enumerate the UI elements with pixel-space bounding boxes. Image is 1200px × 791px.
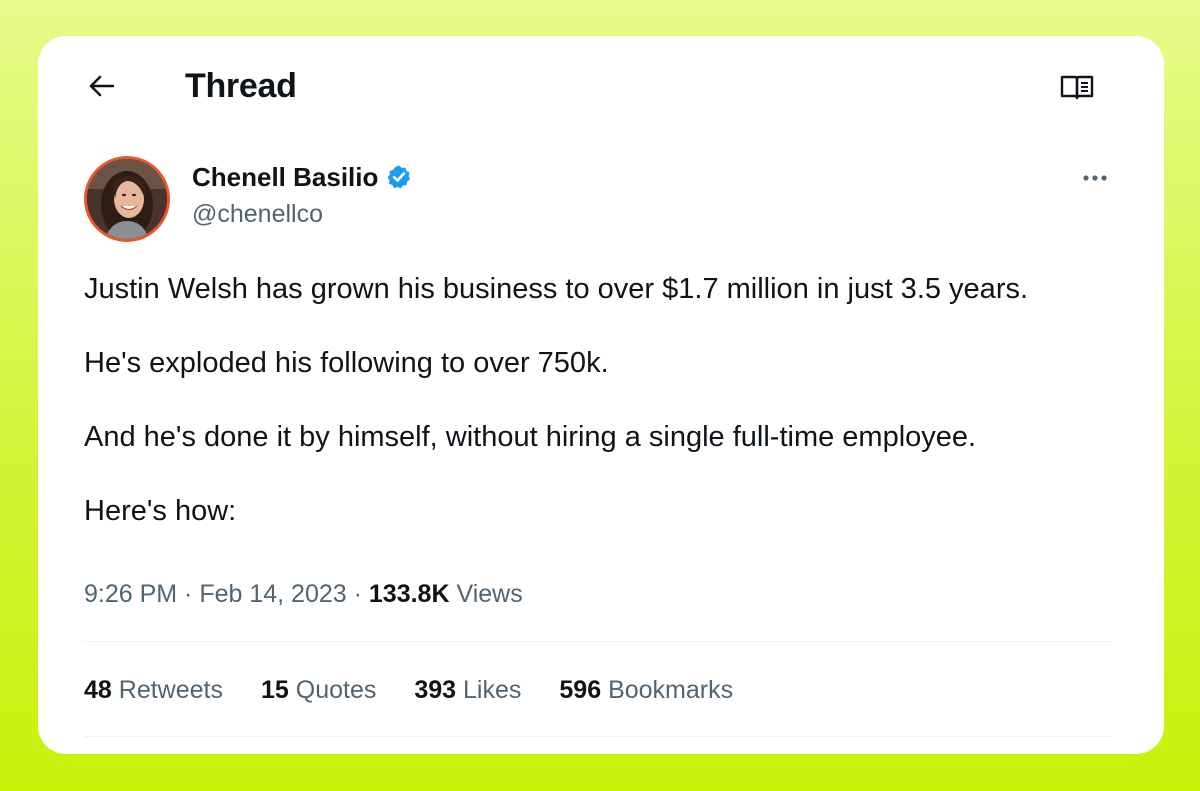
tweet-paragraph: Justin Welsh has grown his business to o… xyxy=(84,273,1029,305)
arrow-left-icon xyxy=(89,75,115,97)
engagement-stats: 48 Retweets 15 Quotes 393 Likes 596 Book… xyxy=(84,674,771,706)
stat-label: Quotes xyxy=(295,676,377,704)
stat-count: 15 xyxy=(260,676,289,704)
more-options-button[interactable] xyxy=(1078,164,1112,192)
stat-label: Likes xyxy=(463,676,522,704)
tweet-time[interactable]: 9:26 PM xyxy=(84,580,177,608)
stat-bookmarks[interactable]: 596 Bookmarks xyxy=(559,674,733,706)
avatar-photo xyxy=(87,159,167,239)
tweet-text: Justin Welsh has grown his business to o… xyxy=(84,270,1124,566)
meta-separator: · xyxy=(346,580,369,608)
views-label: Views xyxy=(456,580,523,608)
author-name[interactable]: Chenell Basilio xyxy=(192,162,378,193)
stat-likes[interactable]: 393 Likes xyxy=(414,674,521,706)
stat-count: 393 xyxy=(414,676,457,704)
tweet-meta: 9:26 PM · Feb 14, 2023 · 133.8K Views xyxy=(84,578,523,610)
meta-separator: · xyxy=(177,580,200,608)
stat-count: 48 xyxy=(84,676,112,704)
stat-label: Retweets xyxy=(118,676,223,704)
stat-count: 596 xyxy=(559,676,602,704)
reader-mode-button[interactable] xyxy=(1059,72,1095,102)
verified-badge-icon xyxy=(388,165,411,189)
page-title: Thread xyxy=(185,67,297,105)
more-horizontal-icon xyxy=(1083,175,1107,181)
back-button[interactable] xyxy=(86,70,118,102)
stat-label: Bookmarks xyxy=(608,676,734,704)
divider xyxy=(84,641,1112,642)
divider xyxy=(84,736,1112,737)
author-handle[interactable]: @chenellco xyxy=(192,200,323,229)
thread-header: Thread xyxy=(38,36,1164,136)
reader-mode-icon xyxy=(1060,75,1094,100)
stat-retweets[interactable]: 48 Retweets xyxy=(84,674,223,706)
tweet-date[interactable]: Feb 14, 2023 xyxy=(199,580,346,608)
stat-quotes[interactable]: 15 Quotes xyxy=(261,674,376,706)
author-name-row: Chenell Basilio xyxy=(192,160,412,194)
avatar[interactable] xyxy=(84,156,170,242)
tweet-card: Thread Chenell Basilio @chenellco Justin… xyxy=(38,36,1164,754)
tweet-paragraph: And he's done it by himself, without hir… xyxy=(84,421,977,453)
views-count: 133.8K xyxy=(368,580,450,608)
profile-photo-icon xyxy=(87,159,167,239)
tweet-paragraph: He's exploded his following to over 750k… xyxy=(84,347,609,379)
tweet-paragraph: Here's how: xyxy=(84,495,237,527)
